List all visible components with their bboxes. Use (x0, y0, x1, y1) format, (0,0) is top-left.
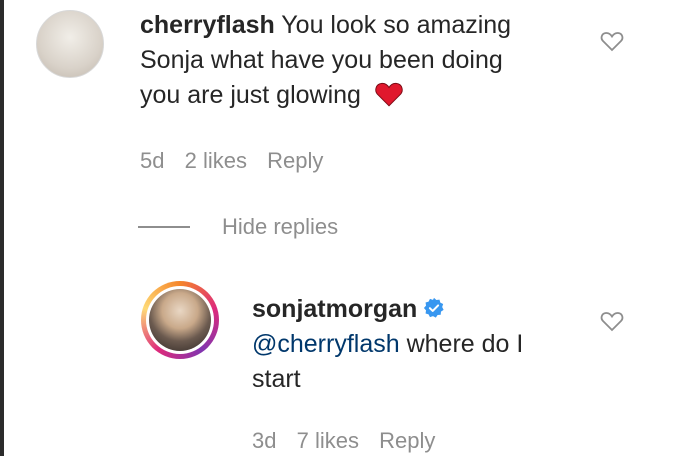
reply-age: 3d (252, 428, 277, 453)
hide-replies-label[interactable]: Hide replies (222, 214, 338, 240)
comment-reply-button[interactable]: Reply (267, 148, 323, 173)
reply-reply-button[interactable]: Reply (379, 428, 435, 453)
comment-username[interactable]: cherryflash (140, 11, 275, 39)
verified-badge-icon (424, 297, 444, 318)
reply-like-heart-icon[interactable] (600, 310, 624, 332)
comment-likes[interactable]: 2 likes (185, 148, 247, 173)
comment-text-line2: Sonja what have you been doing (140, 46, 503, 74)
comment-body: cherryflash You look so amazing Sonja wh… (140, 8, 580, 113)
reply-likes[interactable]: 7 likes (297, 428, 359, 453)
reply-text-line2: start (252, 365, 301, 393)
comment-meta: 5d 2 likes Reply (140, 148, 337, 174)
avatar-cherryflash[interactable] (36, 10, 104, 78)
avatar-photo (149, 289, 211, 351)
comment-text-line1: You look so amazing (281, 11, 512, 39)
reply-text: where do I (399, 330, 524, 358)
red-heart-icon (375, 82, 403, 107)
hide-replies-toggle[interactable]: Hide replies (138, 212, 338, 242)
avatar-sonjatmorgan[interactable] (146, 286, 214, 354)
reply-username[interactable]: sonjatmorgan (252, 295, 417, 323)
reply-meta: 3d 7 likes Reply (252, 428, 449, 454)
replies-divider (138, 226, 190, 228)
reply-mention[interactable]: @cherryflash (252, 330, 400, 358)
reply-body: sonjatmorgan @cherryflash where do I sta… (252, 292, 582, 397)
like-heart-icon[interactable] (600, 30, 624, 52)
comment-text-line3: you are just glowing (140, 81, 361, 109)
window-edge (0, 0, 4, 456)
comment-age: 5d (140, 148, 165, 173)
